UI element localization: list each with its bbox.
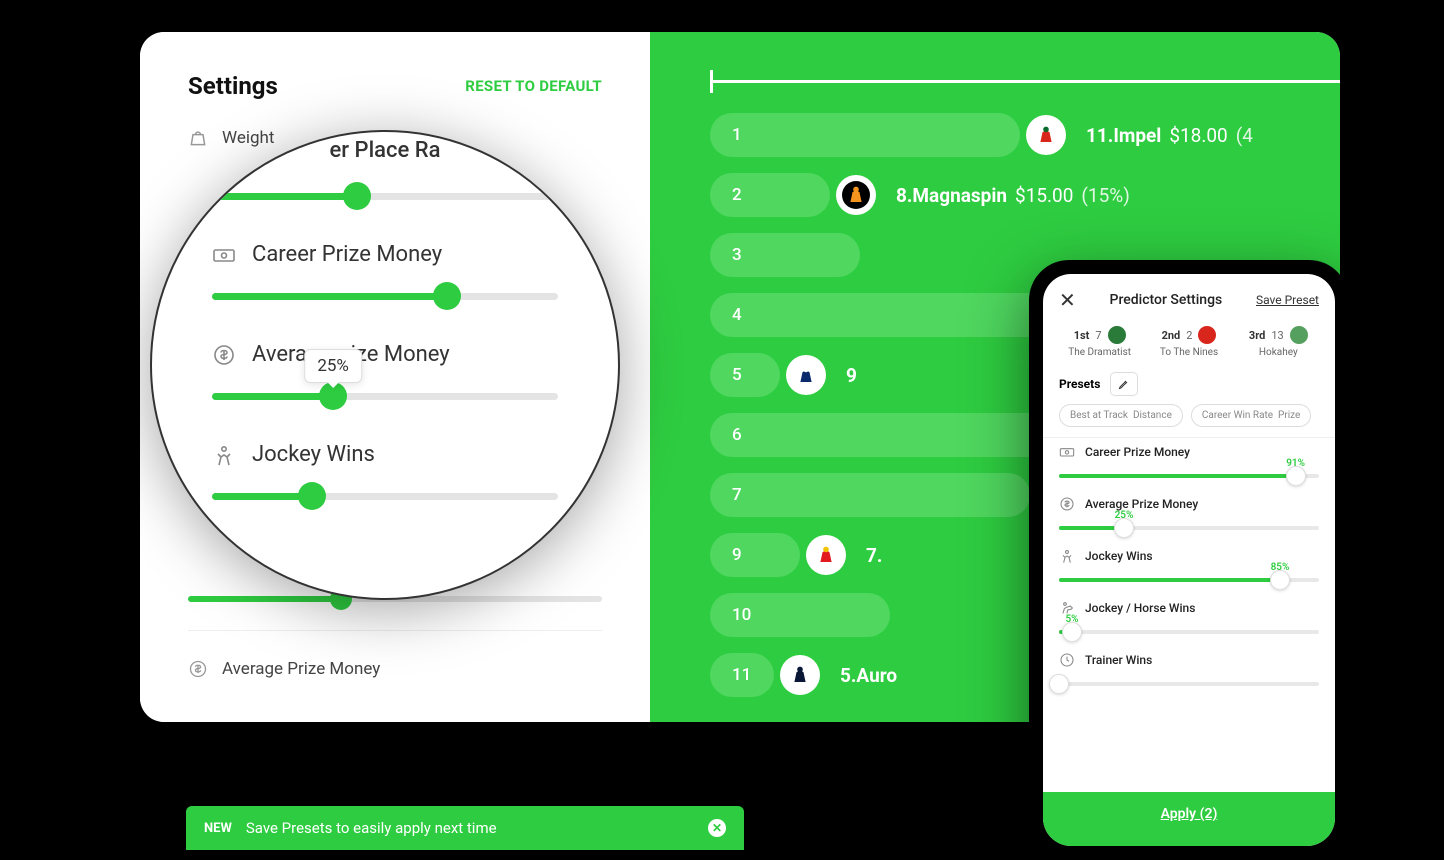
banner-text: Save Presets to easily apply next time xyxy=(246,819,497,837)
setting-jockey-wins: Jockey Wins xyxy=(212,442,558,500)
timeline xyxy=(710,80,1340,83)
race-row: 2 8.Magnaspin$15.00(15%) xyxy=(710,173,1340,217)
dollar-icon xyxy=(188,659,208,679)
apply-button[interactable]: Apply (2) xyxy=(1043,792,1335,846)
setting-label-text: Trainer Wins xyxy=(1085,653,1152,667)
setting-label-text: Career Prize Money xyxy=(252,242,442,267)
setting-label-text: Jockey Wins xyxy=(1085,549,1153,563)
race-position-pill[interactable]: 2 xyxy=(710,173,830,217)
race-position-pill[interactable]: 1 xyxy=(710,113,1020,157)
close-icon[interactable]: ✕ xyxy=(708,819,726,837)
save-preset-link[interactable]: Save Preset xyxy=(1256,293,1319,307)
position-column: 3rd13Hokahey xyxy=(1234,326,1323,358)
race-info: 7. xyxy=(866,544,882,567)
jockey-silk-icon xyxy=(806,535,846,575)
race-position-pill[interactable]: 10 xyxy=(710,593,890,637)
slider-track[interactable] xyxy=(212,293,558,300)
jockey-silk-icon xyxy=(786,355,826,395)
slider-track[interactable] xyxy=(212,193,558,200)
race-position-pill[interactable]: 3 xyxy=(710,233,860,277)
dollar-icon xyxy=(1059,496,1075,512)
race-position-pill[interactable]: 4 xyxy=(710,293,1050,337)
jockey-icon xyxy=(1059,548,1075,564)
phone-setting: Average Prize Money 25% xyxy=(1059,496,1319,530)
magnifier-lens: er Place Ra Career Prize Money A xyxy=(150,130,620,600)
setting-label-text: Jockey / Horse Wins xyxy=(1085,601,1195,615)
phone-setting: Trainer Wins xyxy=(1059,652,1319,686)
slider-thumb[interactable] xyxy=(1286,466,1306,486)
new-badge: NEW xyxy=(204,821,232,836)
setting-label-text: Career Prize Money xyxy=(1085,445,1190,459)
race-row: 1 11.Impel$18.00(4 xyxy=(710,113,1340,157)
jockey-silk-icon xyxy=(836,175,876,215)
close-icon[interactable]: ✕ xyxy=(1059,288,1076,312)
setting-label-text: Jockey Wins xyxy=(252,442,375,467)
slider-value-tooltip: 25% xyxy=(304,349,362,383)
position-column: 2nd2To The Nines xyxy=(1144,326,1233,358)
slider-thumb[interactable] xyxy=(1049,674,1069,694)
race-position-pill[interactable]: 11 xyxy=(710,653,774,697)
race-info: 8.Magnaspin$15.00(15%) xyxy=(896,184,1130,207)
phone-setting: Career Prize Money 91% xyxy=(1059,444,1319,478)
jockey-silk-icon xyxy=(1108,326,1126,344)
settings-title: Settings xyxy=(188,72,278,100)
slider-thumb[interactable] xyxy=(433,282,461,310)
race-info: 9 xyxy=(846,364,857,387)
race-info: 5.Auro xyxy=(840,664,897,687)
slider-thumb[interactable] xyxy=(1114,518,1134,538)
edit-presets-button[interactable] xyxy=(1110,372,1138,396)
slider-track[interactable]: 25% xyxy=(212,393,558,400)
phone-setting: Jockey Wins 85% xyxy=(1059,548,1319,582)
race-info: 11.Impel$18.00(4 xyxy=(1086,124,1253,147)
slider-thumb[interactable] xyxy=(1270,570,1290,590)
setting-label-text: Average Prize Money xyxy=(222,659,380,679)
phone-frame: ✕ Predictor Settings Save Preset 1st7The… xyxy=(1029,260,1349,860)
position-column: 1st7The Dramatist xyxy=(1055,326,1144,358)
setting-avg-prize: Average Prize Money xyxy=(188,659,602,679)
slider-thumb[interactable] xyxy=(1062,622,1082,642)
phone-setting: Jockey / Horse Wins 5% xyxy=(1059,600,1319,634)
preset-chip[interactable]: Best at Track Distance xyxy=(1059,404,1183,427)
slider-track[interactable]: 91% xyxy=(1059,474,1319,478)
reset-to-default-link[interactable]: RESET TO DEFAULT xyxy=(465,77,602,95)
race-position-pill[interactable]: 6 xyxy=(710,413,1050,457)
presets-label: Presets xyxy=(1059,377,1100,391)
new-presets-banner: NEW Save Presets to easily apply next ti… xyxy=(186,806,744,850)
money-icon xyxy=(212,243,236,267)
phone-sliders: Career Prize Money 91% Average Prize Mon… xyxy=(1043,437,1335,792)
setting-career-prize: Career Prize Money xyxy=(212,242,558,300)
partial-title: er Place Ra xyxy=(212,138,558,163)
phone-title: Predictor Settings xyxy=(1110,292,1223,308)
slider-track[interactable]: 25% xyxy=(1059,526,1319,530)
jockey-silk-icon xyxy=(780,655,820,695)
jockey-silk-icon xyxy=(1290,326,1308,344)
preset-chips: Best at Track Distance Career Win Rate Pr… xyxy=(1043,404,1335,437)
race-position-pill[interactable]: 5 xyxy=(710,353,780,397)
phone-screen: ✕ Predictor Settings Save Preset 1st7The… xyxy=(1043,274,1335,846)
preset-chip[interactable]: Career Win Rate Prize xyxy=(1191,404,1311,427)
slider-thumb[interactable] xyxy=(343,182,371,210)
trainer-icon xyxy=(1059,652,1075,668)
setting-label-text: Average Prize Money xyxy=(1085,497,1198,511)
slider-track[interactable]: 5% xyxy=(1059,630,1319,634)
slider-track[interactable] xyxy=(212,493,558,500)
setting-avg-prize: Avera ize Money 25% xyxy=(212,342,558,400)
money-icon xyxy=(1059,444,1075,460)
slider-track[interactable]: 85% xyxy=(1059,578,1319,582)
jockey-icon xyxy=(212,443,236,467)
race-position-pill[interactable]: 9 xyxy=(710,533,800,577)
slider-track[interactable] xyxy=(1059,682,1319,686)
slider-thumb[interactable] xyxy=(298,482,326,510)
dollar-icon xyxy=(212,343,236,367)
jockey-silk-icon xyxy=(1198,326,1216,344)
top-positions: 1st7The Dramatist2nd2To The Nines3rd13Ho… xyxy=(1043,320,1335,362)
race-position-pill[interactable]: 7 xyxy=(710,473,1030,517)
jockey-silk-icon xyxy=(1026,115,1066,155)
